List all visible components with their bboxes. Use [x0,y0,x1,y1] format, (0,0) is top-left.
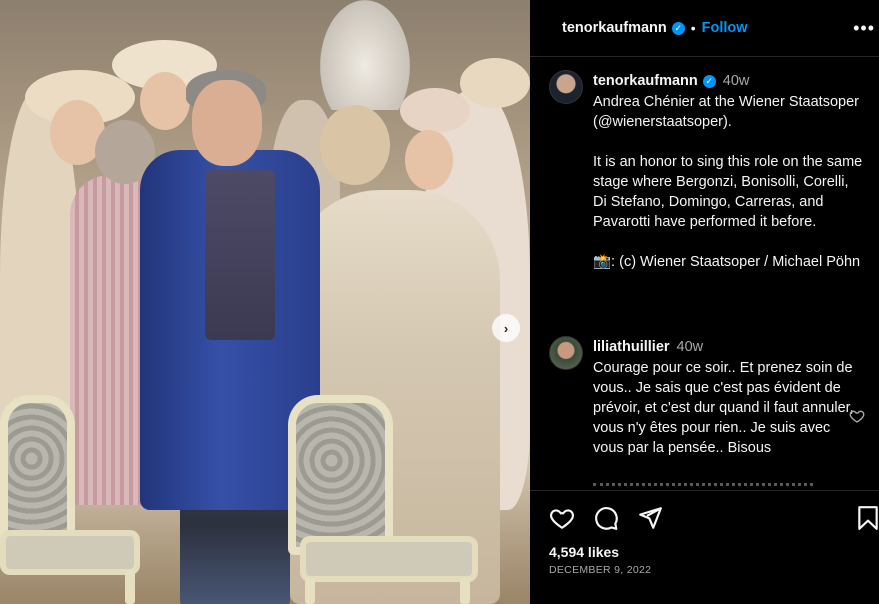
verified-badge-icon: ✓ [671,21,685,35]
photo-face [405,130,453,190]
comment-timestamp[interactable]: 40w [677,337,704,357]
comment-icon[interactable] [593,505,619,531]
post-author-username[interactable]: tenorkaufmann [562,20,667,36]
avatar[interactable] [549,70,583,104]
post-details-pane: tenorkaufmann ✓ • Follow ••• tenorkaufma… [530,0,879,604]
comment-text: Courage pour ce soir.. Et prenez soin de… [593,360,854,456]
comment-header: liliathuillier 40w [593,337,855,357]
chevron-right-icon: › [503,320,509,336]
post-photo[interactable]: › [0,0,530,604]
caption-paragraph: Andrea Chénier at the Wiener Staatsoper … [593,94,859,130]
more-options-icon[interactable]: ••• [853,18,875,39]
photo-feather [320,0,410,110]
photo-chair-leg [125,570,135,604]
post-actions: 4,594 likes DECEMBER 9, 2022 [530,490,879,604]
caption-paragraph: It is an honor to sing this role on the … [593,154,863,230]
photo-chair-leg [305,578,315,604]
photo-chair-seat [0,530,140,575]
photo-face [140,72,190,130]
avatar[interactable] [549,336,583,370]
comments-list[interactable]: tenorkaufmann ✓ 40w Andrea Chénier at th… [530,58,879,490]
likes-count[interactable]: 4,594 likes [549,544,619,560]
caption-timestamp[interactable]: 40w [723,71,750,91]
caption-header: tenorkaufmann ✓ 40w [593,71,865,91]
post-date[interactable]: DECEMBER 9, 2022 [549,564,651,576]
share-icon[interactable] [637,505,663,531]
photo-hat [460,58,530,108]
caption-username[interactable]: tenorkaufmann [593,71,698,91]
photo-hat [400,88,470,133]
photo-chair [288,395,393,555]
photo-tenor-vest [205,170,275,340]
header-separator: • [690,20,696,36]
follow-button[interactable]: Follow [702,20,748,36]
post-header: tenorkaufmann ✓ • Follow ••• [530,0,879,57]
heart-icon[interactable] [549,505,575,531]
bookmark-icon[interactable] [855,505,879,531]
photo-chair-leg [460,578,470,604]
photo-chair [0,395,75,550]
caption-paragraph: 📸: (c) Wiener Staatsoper / Michael Pöhn [593,254,861,270]
verified-badge-icon: ✓ [702,74,716,88]
photo-chair-seat [300,536,478,582]
next-comment-peek [593,483,813,490]
photo-tenor-head [192,80,262,166]
carousel-next-button[interactable]: › [492,314,520,342]
comment-item: liliathuillier 40w Courage pour ce soir.… [593,337,855,458]
comment-username[interactable]: liliathuillier [593,337,670,357]
caption-text: Andrea Chénier at the Wiener Staatsoper … [593,92,865,272]
caption: tenorkaufmann ✓ 40w Andrea Chénier at th… [593,71,865,272]
like-comment-heart-icon[interactable] [849,408,865,424]
photo-wig [320,105,390,185]
